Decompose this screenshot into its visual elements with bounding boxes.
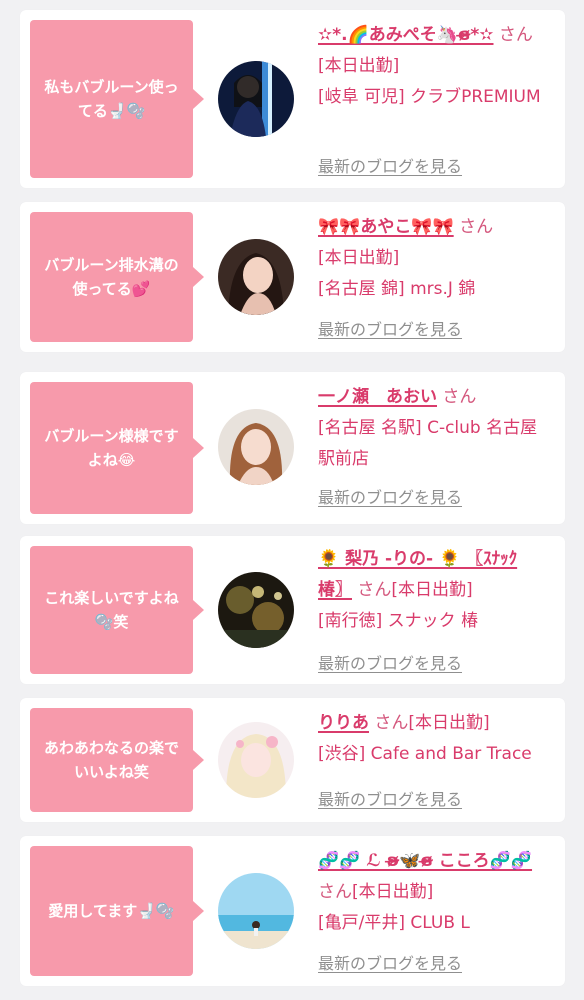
honorific: さん: [318, 882, 352, 902]
latest-blog-link[interactable]: 最新のブログを見る: [318, 786, 462, 810]
honorific: さん: [357, 580, 392, 600]
comment-bubble: 私もバブルーン使ってる🚽🫧: [30, 20, 204, 178]
shop-label[interactable]: [南行徳] スナック 椿: [318, 611, 478, 631]
shop-label[interactable]: [名古屋 名駅] C-club 名古屋駅前店: [318, 418, 537, 469]
comment-text: あわあわなるの楽でいいよね笑: [43, 739, 179, 781]
avatar[interactable]: [218, 239, 294, 315]
comment-bubble: これ楽しいですよね🫧笑: [30, 546, 204, 674]
cast-name-link[interactable]: ✫*.🌈あみぺそ🦄ɞ̴̶̷*✫: [318, 25, 494, 45]
cast-info: 🎀🎀あやこ🎀🎀 さん [本日出勤] [名古屋 錦] mrs.J 錦: [318, 212, 550, 305]
cast-name-link[interactable]: 🎀🎀あやこ🎀🎀: [318, 217, 454, 237]
avatar[interactable]: [218, 61, 294, 137]
cast-name-link[interactable]: 一ノ瀬 あおい: [318, 387, 437, 407]
avatar[interactable]: [218, 722, 294, 798]
honorific: さん: [498, 25, 533, 45]
status-label: [本日出勤]: [391, 580, 473, 600]
comment-bubble: バブルーン排水溝の使ってる💕: [30, 212, 204, 342]
comment-card: バブルーン排水溝の使ってる💕 🎀🎀あやこ🎀🎀 さん [本日出勤] [名古屋 錦]…: [20, 202, 565, 352]
status-label: [本日出勤]: [408, 713, 490, 733]
comment-card: これ楽しいですよね🫧笑 🌻 梨乃 -りの- 🌻 〖ｽﾅｯｸ椿〗 さん[本日出勤]…: [20, 536, 565, 684]
shop-label[interactable]: [岐阜 可児] クラブPREMIUM: [318, 87, 541, 107]
latest-blog-link[interactable]: 最新のブログを見る: [318, 650, 462, 674]
honorific: さん: [374, 713, 409, 733]
comment-card: あわあわなるの楽でいいよね笑 りりあ さん[本日出勤] [渋谷] Cafe an…: [20, 698, 565, 822]
shop-label[interactable]: [渋谷] Cafe and Bar Trace: [318, 744, 532, 764]
shop-label[interactable]: [亀戸/平井] CLUB L: [318, 913, 470, 933]
cast-info: 🌻 梨乃 -りの- 🌻 〖ｽﾅｯｸ椿〗 さん[本日出勤] [南行徳] スナック …: [318, 544, 550, 637]
comment-text: バブルーン排水溝の使ってる💕: [44, 256, 179, 298]
cast-name-link[interactable]: りりあ: [318, 713, 369, 733]
comment-text: これ楽しいですよね🫧笑: [44, 589, 179, 631]
honorific: さん: [459, 217, 494, 237]
comment-text: 愛用してます🚽🫧: [48, 902, 175, 920]
comment-bubble: バブルーン様様ですよね😂: [30, 382, 204, 514]
shop-label[interactable]: [名古屋 錦] mrs.J 錦: [318, 279, 475, 299]
cast-info: ✫*.🌈あみぺそ🦄ɞ̴̶̷*✫ さん [本日出勤] [岐阜 可児] クラブPREM…: [318, 20, 550, 113]
comment-card: 愛用してます🚽🫧 🧬🧬 ℒ ʚ̴̶̷🦋ɞ̴̶̷ こころ🧬🧬 さん[本日出勤] […: [20, 836, 565, 986]
status-label: [本日出勤]: [318, 248, 400, 268]
latest-blog-link[interactable]: 最新のブログを見る: [318, 484, 462, 508]
comment-bubble: あわあわなるの楽でいいよね笑: [30, 708, 204, 812]
status-label: [本日出勤]: [318, 56, 400, 76]
latest-blog-link[interactable]: 最新のブログを見る: [318, 950, 462, 974]
status-label: [本日出勤]: [352, 882, 434, 902]
cast-info: りりあ さん[本日出勤] [渋谷] Cafe and Bar Trace: [318, 708, 550, 770]
comment-text: バブルーン様様ですよね😂: [44, 427, 179, 469]
latest-blog-link[interactable]: 最新のブログを見る: [318, 153, 462, 177]
cast-info: 🧬🧬 ℒ ʚ̴̶̷🦋ɞ̴̶̷ こころ🧬🧬 さん[本日出勤] [亀戸/平井] CL…: [318, 846, 550, 939]
avatar[interactable]: [218, 873, 294, 949]
comment-text: 私もバブルーン使ってる🚽🫧: [44, 78, 179, 120]
cast-name-link[interactable]: 🧬🧬 ℒ ʚ̴̶̷🦋ɞ̴̶̷ こころ🧬🧬: [318, 851, 532, 871]
honorific: さん: [442, 387, 477, 407]
latest-blog-link[interactable]: 最新のブログを見る: [318, 316, 462, 340]
avatar[interactable]: [218, 572, 294, 648]
cast-info: 一ノ瀬 あおい さん [名古屋 名駅] C-club 名古屋駅前店: [318, 382, 550, 475]
avatar[interactable]: [218, 409, 294, 485]
comment-bubble: 愛用してます🚽🫧: [30, 846, 204, 976]
comment-card: バブルーン様様ですよね😂 一ノ瀬 あおい さん [名古屋 名駅] C-club …: [20, 372, 565, 524]
comment-card: 私もバブルーン使ってる🚽🫧 ✫*.🌈あみぺそ🦄ɞ̴̶̷*✫ さん [本日出勤] […: [20, 10, 565, 188]
